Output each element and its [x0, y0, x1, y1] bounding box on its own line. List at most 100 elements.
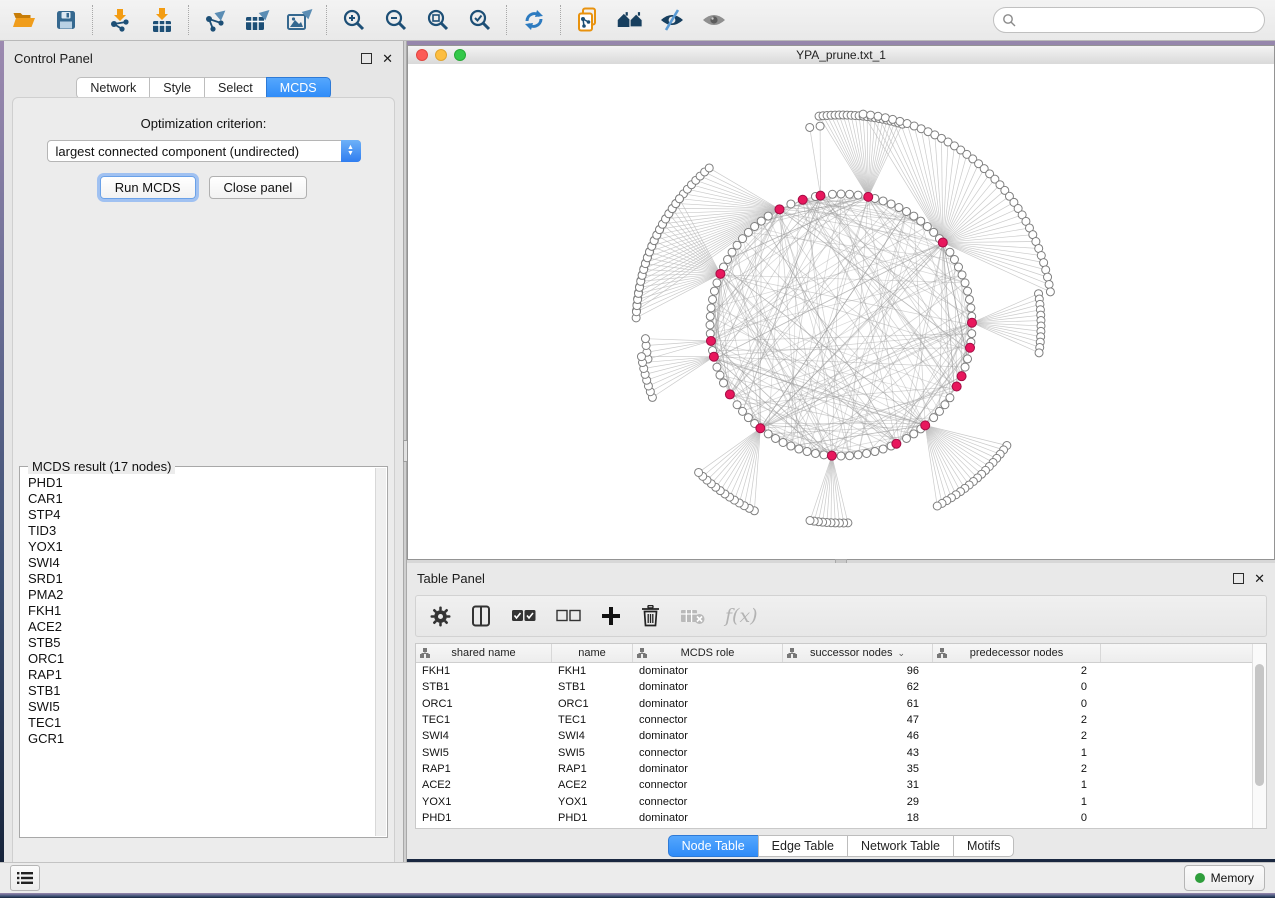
delete-table-icon[interactable] — [680, 607, 705, 625]
table-cell[interactable]: 1 — [933, 747, 1101, 759]
table-cell[interactable]: TEC1 — [416, 714, 552, 726]
table-cell[interactable]: dominator — [633, 698, 783, 710]
close-panel-button[interactable]: Close panel — [209, 176, 308, 199]
mcds-result-item[interactable]: YOX1 — [28, 539, 375, 555]
table-row[interactable]: TEC1TEC1connector472 — [416, 712, 1266, 728]
mcds-result-item[interactable]: FKH1 — [28, 603, 375, 619]
export-network-icon[interactable] — [202, 6, 230, 34]
table-cell[interactable]: 96 — [783, 665, 933, 677]
mcds-result-item[interactable]: STB5 — [28, 635, 375, 651]
table-row[interactable]: SWI4SWI4dominator462 — [416, 728, 1266, 744]
create-column-icon[interactable] — [601, 606, 621, 626]
float-table-panel-icon[interactable] — [1233, 573, 1244, 584]
table-row[interactable]: RAP1RAP1dominator352 — [416, 761, 1266, 777]
mcds-result-item[interactable]: PHD1 — [28, 475, 375, 491]
column-header-MCDS-role[interactable]: MCDS role — [633, 644, 783, 662]
table-cell[interactable]: 46 — [783, 730, 933, 742]
float-panel-icon[interactable] — [361, 53, 372, 64]
table-cell[interactable]: ACE2 — [416, 779, 552, 791]
mcds-result-item[interactable]: SRD1 — [28, 571, 375, 587]
table-cell[interactable]: RAP1 — [552, 763, 633, 775]
zoom-selected-icon[interactable] — [466, 6, 494, 34]
table-cell[interactable]: 18 — [783, 812, 933, 824]
table-scrollbar-thumb[interactable] — [1255, 664, 1264, 786]
memory-button[interactable]: Memory — [1184, 865, 1265, 891]
mcds-list-scrollbar[interactable] — [375, 468, 386, 836]
mcds-result-item[interactable]: TEC1 — [28, 715, 375, 731]
table-cell[interactable]: SWI4 — [416, 730, 552, 742]
table-cell[interactable]: 2 — [933, 665, 1101, 677]
column-header-successor-nodes[interactable]: successor nodes⌄ — [783, 644, 933, 662]
save-session-icon[interactable] — [52, 6, 80, 34]
table-cell[interactable]: FKH1 — [552, 665, 633, 677]
new-network-from-selection-icon[interactable] — [574, 6, 602, 34]
table-cell[interactable]: connector — [633, 779, 783, 791]
table-cell[interactable]: YOX1 — [552, 796, 633, 808]
column-header-predecessor-nodes[interactable]: predecessor nodes — [933, 644, 1101, 662]
hide-selection-icon[interactable] — [658, 6, 686, 34]
table-cell[interactable]: 1 — [933, 796, 1101, 808]
window-close-icon[interactable] — [416, 49, 428, 61]
table-cell[interactable]: 2 — [933, 714, 1101, 726]
column-header-name[interactable]: name — [552, 644, 633, 662]
table-row[interactable]: STB1STB1dominator620 — [416, 679, 1266, 695]
mcds-result-item[interactable]: ORC1 — [28, 651, 375, 667]
table-cell[interactable]: 0 — [933, 698, 1101, 710]
network-graph[interactable] — [408, 64, 1274, 559]
table-row[interactable]: YOX1YOX1connector291 — [416, 793, 1266, 809]
table-cell[interactable]: YOX1 — [416, 796, 552, 808]
table-cell[interactable]: PHD1 — [416, 812, 552, 824]
import-network-icon[interactable] — [106, 6, 134, 34]
table-cell[interactable]: ORC1 — [552, 698, 633, 710]
table-cell[interactable]: connector — [633, 747, 783, 759]
table-cell[interactable]: 62 — [783, 681, 933, 693]
mcds-result-item[interactable]: RAP1 — [28, 667, 375, 683]
tab-edge-table[interactable]: Edge Table — [758, 835, 848, 857]
import-table-icon[interactable] — [148, 6, 176, 34]
table-cell[interactable]: FKH1 — [416, 665, 552, 677]
mcds-result-item[interactable]: CAR1 — [28, 491, 375, 507]
table-cell[interactable]: 2 — [933, 763, 1101, 775]
table-cell[interactable]: 1 — [933, 779, 1101, 791]
table-cell[interactable]: 47 — [783, 714, 933, 726]
table-cell[interactable]: 61 — [783, 698, 933, 710]
table-cell[interactable]: PHD1 — [552, 812, 633, 824]
zoom-fit-icon[interactable] — [424, 6, 452, 34]
export-table-icon[interactable] — [244, 6, 272, 34]
network-canvas[interactable] — [408, 64, 1274, 559]
mcds-result-item[interactable]: ACE2 — [28, 619, 375, 635]
search-box[interactable] — [993, 7, 1265, 33]
tab-network[interactable]: Network — [76, 77, 150, 99]
search-input[interactable] — [1021, 9, 1256, 31]
table-row[interactable]: ACE2ACE2connector311 — [416, 777, 1266, 793]
table-scrollbar[interactable] — [1252, 644, 1266, 828]
table-cell[interactable]: dominator — [633, 730, 783, 742]
table-cell[interactable]: SWI5 — [416, 747, 552, 759]
mcds-result-item[interactable]: STP4 — [28, 507, 375, 523]
table-cell[interactable]: connector — [633, 796, 783, 808]
table-cell[interactable]: 35 — [783, 763, 933, 775]
table-cell[interactable]: connector — [633, 714, 783, 726]
table-cell[interactable]: TEC1 — [552, 714, 633, 726]
tab-network-table[interactable]: Network Table — [847, 835, 954, 857]
table-cell[interactable]: STB1 — [552, 681, 633, 693]
apply-layout-icon[interactable] — [520, 6, 548, 34]
mcds-result-item[interactable]: GCR1 — [28, 731, 375, 747]
close-table-panel-icon[interactable]: ✕ — [1254, 574, 1265, 583]
table-cell[interactable]: dominator — [633, 812, 783, 824]
table-cell[interactable]: ACE2 — [552, 779, 633, 791]
table-cell[interactable]: dominator — [633, 681, 783, 693]
mcds-result-item[interactable]: PMA2 — [28, 587, 375, 603]
table-cell[interactable]: SWI4 — [552, 730, 633, 742]
table-cell[interactable]: 43 — [783, 747, 933, 759]
mcds-result-list[interactable]: PHD1CAR1STP4TID3YOX1SWI4SRD1PMA2FKH1ACE2… — [22, 469, 375, 835]
mcds-result-item[interactable]: SWI4 — [28, 555, 375, 571]
table-row[interactable]: ORC1ORC1dominator610 — [416, 696, 1266, 712]
first-neighbors-icon[interactable] — [616, 6, 644, 34]
zoom-out-icon[interactable] — [382, 6, 410, 34]
table-row[interactable]: PHD1PHD1dominator180 — [416, 810, 1266, 826]
show-columns-icon[interactable] — [471, 605, 491, 627]
zoom-in-icon[interactable] — [340, 6, 368, 34]
table-cell[interactable]: 0 — [933, 812, 1101, 824]
column-header-shared-name[interactable]: shared name — [416, 644, 552, 662]
